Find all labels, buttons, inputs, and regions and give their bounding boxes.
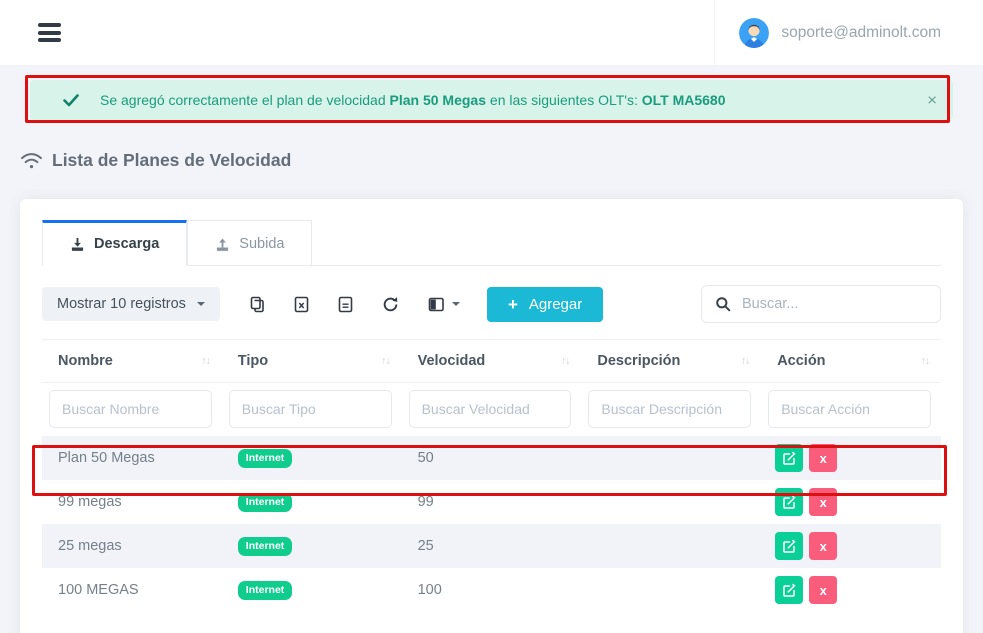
table-row: Plan 50 Megas Internet 50 x	[42, 436, 941, 480]
alert-olt-name: OLT MA5680	[642, 92, 726, 108]
type-badge: Internet	[238, 493, 293, 512]
cell-nombre: Plan 50 Megas	[42, 450, 222, 466]
column-header-tipo[interactable]: Tipo↑↓	[222, 340, 402, 382]
edit-button[interactable]	[775, 444, 803, 472]
page-length-dropdown[interactable]: Mostrar 10 registros	[42, 287, 220, 321]
column-header-velocidad[interactable]: Velocidad↑↓	[402, 340, 582, 382]
column-visibility-button[interactable]	[428, 297, 460, 312]
tabs: Descarga Subida	[42, 220, 941, 266]
success-alert: Se agregó correctamente el plan de veloc…	[30, 80, 953, 120]
plans-card: Descarga Subida Mostrar 10 registros	[20, 199, 963, 633]
edit-button[interactable]	[775, 576, 803, 604]
edit-button[interactable]	[775, 488, 803, 516]
avatar	[739, 18, 769, 48]
global-search	[701, 285, 941, 323]
user-email: soporte@adminolt.com	[781, 24, 941, 42]
cell-nombre: 25 megas	[42, 538, 222, 554]
type-badge: Internet	[238, 581, 293, 600]
delete-button[interactable]: x	[809, 576, 837, 604]
sort-icon: ↑↓	[561, 355, 570, 367]
cell-accion: x	[761, 532, 941, 560]
filter-velocidad-input[interactable]	[409, 390, 572, 428]
topbar: soporte@adminolt.com	[0, 0, 983, 66]
chevron-down-icon	[452, 302, 460, 306]
table-row: 99 megas Internet 99 x	[42, 480, 941, 524]
cell-accion: x	[761, 488, 941, 516]
cell-velocidad: 25	[402, 538, 582, 554]
filter-descripcion-input[interactable]	[588, 390, 751, 428]
cell-velocidad: 100	[402, 582, 582, 598]
tab-descarga[interactable]: Descarga	[42, 220, 187, 266]
search-input[interactable]	[742, 296, 927, 312]
file-export-button[interactable]	[338, 296, 353, 313]
column-header-nombre[interactable]: Nombre↑↓	[42, 340, 222, 382]
filter-accion-input[interactable]	[768, 390, 931, 428]
cell-nombre: 99 megas	[42, 494, 222, 510]
sort-icon: ↑↓	[741, 355, 750, 367]
check-icon	[63, 94, 79, 107]
excel-export-button[interactable]	[294, 296, 309, 313]
filter-row	[42, 383, 941, 436]
column-header-descripcion[interactable]: Descripción↑↓	[581, 340, 761, 382]
copy-button[interactable]	[249, 296, 265, 313]
upload-icon	[215, 237, 230, 252]
delete-button[interactable]: x	[809, 532, 837, 560]
type-badge: Internet	[238, 449, 293, 468]
cell-tipo: Internet	[222, 493, 402, 512]
cell-velocidad: 50	[402, 450, 582, 466]
alert-close-icon[interactable]: ×	[927, 92, 937, 109]
sort-icon: ↑↓	[201, 355, 210, 367]
type-badge: Internet	[238, 537, 293, 556]
delete-button[interactable]: x	[809, 488, 837, 516]
column-header-accion[interactable]: Acción↑↓	[761, 340, 941, 382]
edit-button[interactable]	[775, 532, 803, 560]
search-icon	[715, 296, 731, 312]
cell-tipo: Internet	[222, 581, 402, 600]
table-row: 25 megas Internet 25 x	[42, 524, 941, 568]
refresh-button[interactable]	[382, 296, 399, 313]
sort-icon: ↑↓	[921, 355, 930, 367]
chevron-down-icon	[197, 302, 205, 306]
table-row: 100 MEGAS Internet 100 x	[42, 568, 941, 612]
table-toolbar: Mostrar 10 registros	[42, 285, 941, 323]
add-plan-button[interactable]: + Agregar	[487, 287, 603, 322]
cell-tipo: Internet	[222, 537, 402, 556]
download-icon	[70, 237, 85, 252]
cell-tipo: Internet	[222, 449, 402, 468]
sort-icon: ↑↓	[381, 355, 390, 367]
menu-toggle-icon[interactable]	[38, 20, 61, 46]
filter-tipo-input[interactable]	[229, 390, 392, 428]
cell-accion: x	[761, 444, 941, 472]
delete-button[interactable]: x	[809, 444, 837, 472]
user-menu[interactable]: soporte@adminolt.com	[714, 0, 983, 65]
table-header: Nombre↑↓ Tipo↑↓ Velocidad↑↓ Descripción↑…	[42, 339, 941, 383]
cell-nombre: 100 MEGAS	[42, 582, 222, 598]
cell-velocidad: 99	[402, 494, 582, 510]
alert-plan-name: Plan 50 Megas	[390, 92, 487, 108]
wifi-icon	[20, 151, 43, 170]
alert-message: Se agregó correctamente el plan de veloc…	[100, 92, 726, 108]
plus-icon: +	[508, 296, 518, 313]
page-title: Lista de Planes de Velocidad	[20, 150, 983, 171]
cell-accion: x	[761, 576, 941, 604]
tab-subida[interactable]: Subida	[187, 220, 312, 265]
filter-nombre-input[interactable]	[49, 390, 212, 428]
